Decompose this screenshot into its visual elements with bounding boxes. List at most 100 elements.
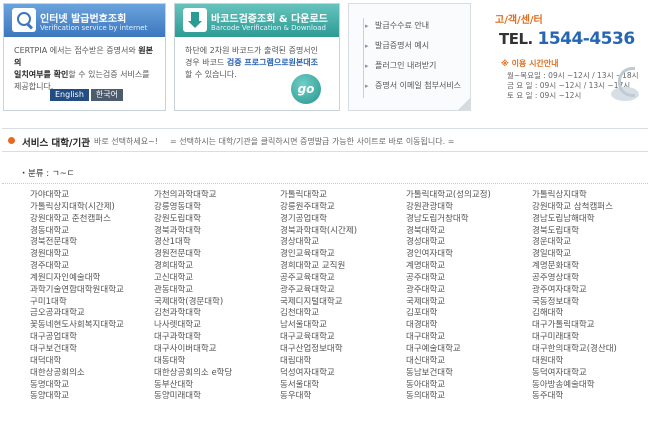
university-link[interactable]: 동주대학	[532, 391, 645, 403]
university-link[interactable]: 꽃동네현도사회복지대학교	[30, 320, 154, 332]
university-link[interactable]: 대구미래대학	[532, 332, 645, 344]
university-link[interactable]: 경주대학교	[30, 261, 154, 273]
university-link[interactable]: 경북과학대학(시간제)	[280, 226, 406, 238]
university-link[interactable]: 대경대학	[406, 320, 532, 332]
university-link[interactable]: 동명대학교	[30, 380, 154, 392]
category-value[interactable]: ㄱ~ㄷ	[52, 169, 75, 179]
university-link[interactable]: 구미1대학	[30, 297, 154, 309]
university-link[interactable]: 강릉영동대학	[154, 202, 280, 214]
university-link[interactable]: 공주영상대학	[532, 273, 645, 285]
university-link[interactable]: 동양미래대학	[154, 391, 280, 403]
university-link[interactable]: 동아대학교	[406, 380, 532, 392]
quick-link-plugin[interactable]: 플러그인 내려받기	[365, 56, 470, 76]
university-link[interactable]: 동양대학교	[30, 391, 154, 403]
university-link[interactable]: 남서울대학교	[280, 320, 406, 332]
verification-card[interactable]: 인터넷 발급번호조회 Verification service by inter…	[3, 3, 166, 111]
university-link[interactable]: 금오공과대학교	[30, 308, 154, 320]
university-link[interactable]: 가천의과학대학교	[154, 190, 280, 202]
university-link[interactable]: 경원대학교	[30, 249, 154, 261]
university-link[interactable]: 경일대학교	[532, 249, 645, 261]
university-link[interactable]: 국제대학(경문대학)	[154, 297, 280, 309]
university-link[interactable]: 계명문화대학	[532, 261, 645, 273]
verification-card-header[interactable]: 인터넷 발급번호조회 Verification service by inter…	[4, 4, 165, 37]
university-link[interactable]: 김천과학대학	[154, 308, 280, 320]
university-link[interactable]: 동의대학교	[406, 391, 532, 403]
university-link[interactable]: 경북도립대학	[532, 226, 645, 238]
university-link[interactable]: 가톨릭대학교(성의교정)	[406, 190, 532, 202]
university-link[interactable]: 경북전문대학	[30, 237, 154, 249]
university-link[interactable]: 국동정보대학	[532, 297, 645, 309]
university-link[interactable]: 대구보건대학	[30, 344, 154, 356]
university-link[interactable]: 광주여자대학교	[532, 285, 645, 297]
university-link[interactable]: 광주교육대학교	[280, 285, 406, 297]
university-link[interactable]: 가야대학교	[30, 190, 154, 202]
university-link[interactable]: 덕성여자대학교	[280, 368, 406, 380]
university-link[interactable]: 대동대학	[154, 356, 280, 368]
university-link[interactable]: 대구가톨릭대학교	[532, 320, 645, 332]
go-button[interactable]: go	[291, 74, 321, 104]
university-link[interactable]: 경남도립거창대학	[406, 214, 532, 226]
university-link[interactable]: 경북대학교	[406, 226, 532, 238]
korean-button[interactable]: 한국어	[90, 89, 123, 101]
university-link[interactable]: 가톨릭대학교	[280, 190, 406, 202]
university-link[interactable]: 동서울대학	[280, 380, 406, 392]
university-link[interactable]: 국제디지털대학교	[280, 297, 406, 309]
university-link[interactable]: 대구한의대학교(경산대)	[532, 344, 645, 356]
university-link[interactable]: 경희대학교	[154, 261, 280, 273]
university-link[interactable]: 경기공업대학	[280, 214, 406, 226]
university-link[interactable]: 경운대학교	[532, 237, 645, 249]
university-link[interactable]: 관동대학교	[154, 285, 280, 297]
university-link[interactable]: 대구대학교	[406, 332, 532, 344]
university-link[interactable]: 대한상공회의소	[30, 368, 154, 380]
university-link[interactable]: 강원대학교 춘천캠퍼스	[30, 214, 154, 226]
university-link[interactable]: 동우대학	[280, 391, 406, 403]
university-link[interactable]: 대구사이버대학교	[154, 344, 280, 356]
university-link[interactable]: 공주교육대학교	[280, 273, 406, 285]
university-link[interactable]: 김포대학	[406, 308, 532, 320]
university-link[interactable]: 강원도립대학	[154, 214, 280, 226]
university-link[interactable]: 대구과학대학	[154, 332, 280, 344]
quick-link-email[interactable]: 증명서 이메일 첨부서비스	[365, 76, 470, 96]
barcode-card[interactable]: 바코드검증조회 & 다운로드 Barcode Verification & Do…	[174, 3, 340, 111]
university-link[interactable]: 경성대학교	[406, 237, 532, 249]
university-link[interactable]: 가톨릭상지대학(시간제)	[30, 202, 154, 214]
university-link[interactable]: 동아방송예술대학	[532, 380, 645, 392]
university-link[interactable]: 강릉원주대학교	[280, 202, 406, 214]
university-link[interactable]: 광주대학교	[406, 285, 532, 297]
university-link[interactable]: 공주대학교	[406, 273, 532, 285]
quick-link-fee[interactable]: 발급수수료 안내	[365, 16, 470, 36]
university-link[interactable]: 경상대학교	[280, 237, 406, 249]
university-link[interactable]: 동남보건대학	[406, 368, 532, 380]
university-link[interactable]: 동덕여자대학교	[532, 368, 645, 380]
university-link[interactable]: 대구공업대학	[30, 332, 154, 344]
university-link[interactable]: 경인여자대학	[406, 249, 532, 261]
university-link[interactable]: 대구교육대학교	[280, 332, 406, 344]
university-link[interactable]: 고신대학교	[154, 273, 280, 285]
university-link[interactable]: 경북과학대학	[154, 226, 280, 238]
university-link[interactable]: 경희대학교 교직원	[280, 261, 406, 273]
barcode-card-header[interactable]: 바코드검증조회 & 다운로드 Barcode Verification & Do…	[175, 4, 339, 37]
university-link[interactable]: 대림대학	[280, 356, 406, 368]
university-link[interactable]: 대신대학교	[406, 356, 532, 368]
university-link[interactable]: 동부산대학	[154, 380, 280, 392]
university-link[interactable]: 과학기술연합대학원대학교	[30, 285, 154, 297]
university-link[interactable]: 나사렛대학교	[154, 320, 280, 332]
university-link[interactable]: 대한상공회의소 e학당	[154, 368, 280, 380]
university-link[interactable]: 경원전문대학	[154, 249, 280, 261]
university-link[interactable]: 강원관광대학	[406, 202, 532, 214]
university-link[interactable]: 경인교육대학교	[280, 249, 406, 261]
university-link[interactable]: 대원대학	[532, 356, 645, 368]
university-link[interactable]: 계명대학교	[406, 261, 532, 273]
university-link[interactable]: 경산1대학	[154, 237, 280, 249]
university-link[interactable]: 김해대학	[532, 308, 645, 320]
quick-link-sample[interactable]: 발급증명서 예시	[365, 36, 470, 56]
university-link[interactable]: 국제대학교	[406, 297, 532, 309]
university-link[interactable]: 대구산업정보대학	[280, 344, 406, 356]
university-link[interactable]: 대구예술대학교	[406, 344, 532, 356]
university-link[interactable]: 가톨릭상지대학	[532, 190, 645, 202]
university-link[interactable]: 강원대학교 삼척캠퍼스	[532, 202, 645, 214]
english-button[interactable]: English	[50, 89, 89, 101]
university-link[interactable]: 김천대학교	[280, 308, 406, 320]
university-link[interactable]: 경남도립남해대학	[532, 214, 645, 226]
university-link[interactable]: 경동대학교	[30, 226, 154, 238]
